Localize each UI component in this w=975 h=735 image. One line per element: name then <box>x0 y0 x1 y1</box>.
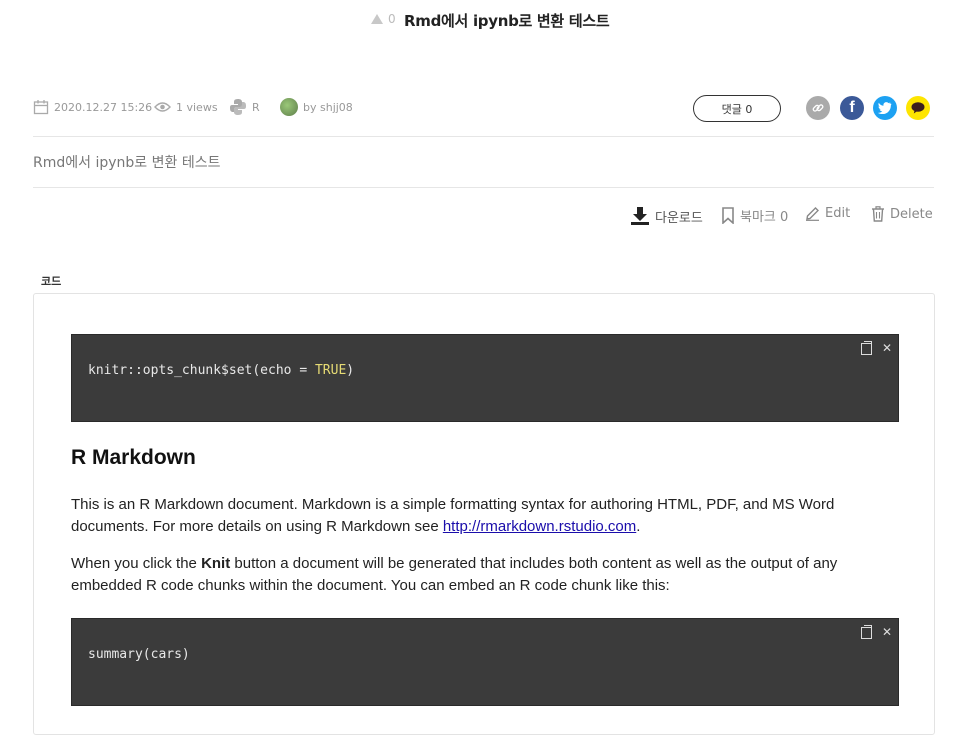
rmarkdown-link[interactable]: http://rmarkdown.rstudio.com <box>443 518 636 535</box>
post-date: 2020.12.27 15:26 <box>54 100 153 114</box>
twitter-icon <box>878 102 892 114</box>
pencil-icon <box>806 207 819 221</box>
facebook-icon: f <box>849 99 855 116</box>
trash-icon <box>872 206 884 222</box>
share-facebook-button[interactable]: f <box>840 96 864 120</box>
paragraph-knit: When you click the Knit button a documen… <box>71 555 838 594</box>
download-icon <box>631 207 649 225</box>
paragraph-intro: This is an R Markdown document. Markdown… <box>71 496 835 535</box>
page-title: Rmd에서 ipynb로 변환 테스트 <box>404 12 610 30</box>
vote-widget[interactable]: 0 <box>371 12 396 26</box>
bookmark-icon <box>722 207 734 224</box>
vote-count: 0 <box>388 12 396 26</box>
bookmark-button[interactable]: 북마크 0 <box>721 206 788 225</box>
python-icon <box>230 99 246 115</box>
code-text: summary(cars) <box>88 647 190 662</box>
close-icon[interactable]: ✕ <box>882 341 892 355</box>
author-name[interactable]: by shjj08 <box>303 101 353 114</box>
delete-label[interactable]: Delete <box>890 207 933 222</box>
share-link-button[interactable] <box>806 96 830 120</box>
post-header: 0 Rmd에서 ipynb로 변환 테스트 <box>0 0 975 44</box>
edit-button[interactable]: Edit <box>805 206 850 221</box>
code-chunk-setup[interactable]: knitr::opts_chunk$set(echo = TRUE) ✕ <box>71 334 899 422</box>
edit-label[interactable]: Edit <box>825 206 850 221</box>
delete-button[interactable]: Delete <box>871 206 933 222</box>
divider-middle <box>33 187 934 188</box>
download-button[interactable]: 다운로드 <box>630 206 703 226</box>
code-chunk-summary[interactable]: summary(cars) ✕ <box>71 618 899 706</box>
divider-top <box>33 136 934 137</box>
eye-icon <box>154 102 171 112</box>
meta-views: 1 views <box>154 95 218 119</box>
copy-icon[interactable] <box>860 625 872 639</box>
meta-date: 2020.12.27 15:26 <box>33 95 152 119</box>
link-icon <box>812 104 824 112</box>
share-kakao-button[interactable] <box>906 96 930 120</box>
code-text: knitr::opts_chunk$set(echo = TRUE) <box>88 363 355 378</box>
copy-icon[interactable] <box>860 341 872 355</box>
meta-author[interactable]: by shjj08 <box>280 95 353 119</box>
post-meta: 2020.12.27 15:26 1 views R by shjj08 댓글 … <box>33 95 933 122</box>
meta-language: R <box>229 95 260 119</box>
language-label: R <box>252 100 260 114</box>
comment-button[interactable]: 댓글 0 <box>693 95 781 122</box>
close-icon[interactable]: ✕ <box>882 625 892 639</box>
bookmark-label[interactable]: 북마크 0 <box>740 206 788 225</box>
notebook-content: knitr::opts_chunk$set(echo = TRUE) ✕ R M… <box>33 293 935 735</box>
post-subtitle: Rmd에서 ipynb로 변환 테스트 <box>33 155 221 171</box>
calendar-icon <box>33 100 49 115</box>
kakao-icon <box>911 102 925 114</box>
knit-bold: Knit <box>201 555 231 572</box>
share-twitter-button[interactable] <box>873 96 897 120</box>
code-tools: ✕ <box>860 341 892 355</box>
avatar[interactable] <box>280 98 298 116</box>
download-label[interactable]: 다운로드 <box>655 207 703 226</box>
view-count: 1 views <box>176 100 218 114</box>
section-heading: R Markdown <box>71 446 196 469</box>
upvote-icon[interactable] <box>371 14 383 24</box>
code-tools: ✕ <box>860 625 892 639</box>
code-section-label: 코드 <box>41 275 62 288</box>
